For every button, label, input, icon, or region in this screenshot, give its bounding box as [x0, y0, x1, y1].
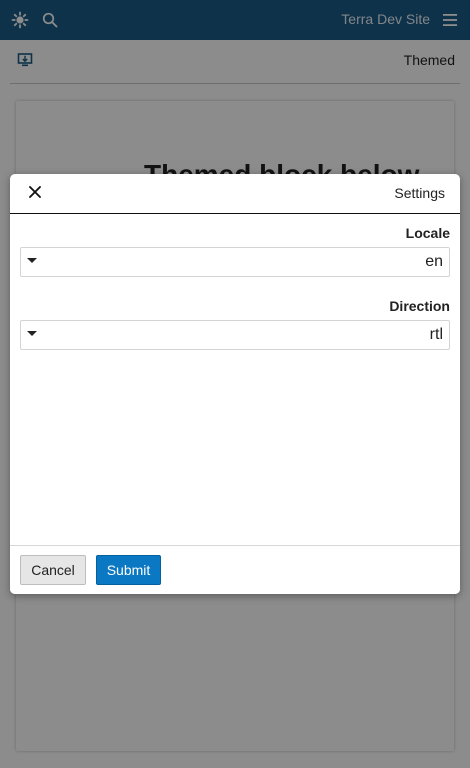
settings-dialog: Settings Locale en Direction rtl Cancel …	[10, 174, 460, 594]
close-button[interactable]	[22, 181, 48, 207]
dialog-header: Settings	[10, 174, 460, 214]
chevron-down-icon	[27, 258, 37, 263]
locale-select[interactable]: en	[20, 247, 450, 277]
dialog-title: Settings	[394, 185, 445, 201]
close-icon	[28, 185, 42, 204]
direction-value: rtl	[429, 326, 443, 343]
locale-value: en	[425, 253, 443, 270]
submit-button[interactable]: Submit	[96, 555, 161, 585]
cancel-button[interactable]: Cancel	[20, 555, 86, 585]
dialog-footer: Cancel Submit	[10, 545, 460, 594]
chevron-down-icon	[27, 331, 37, 336]
direction-label: Direction	[389, 298, 450, 314]
locale-label: Locale	[405, 225, 450, 241]
direction-select[interactable]: rtl	[20, 320, 450, 350]
